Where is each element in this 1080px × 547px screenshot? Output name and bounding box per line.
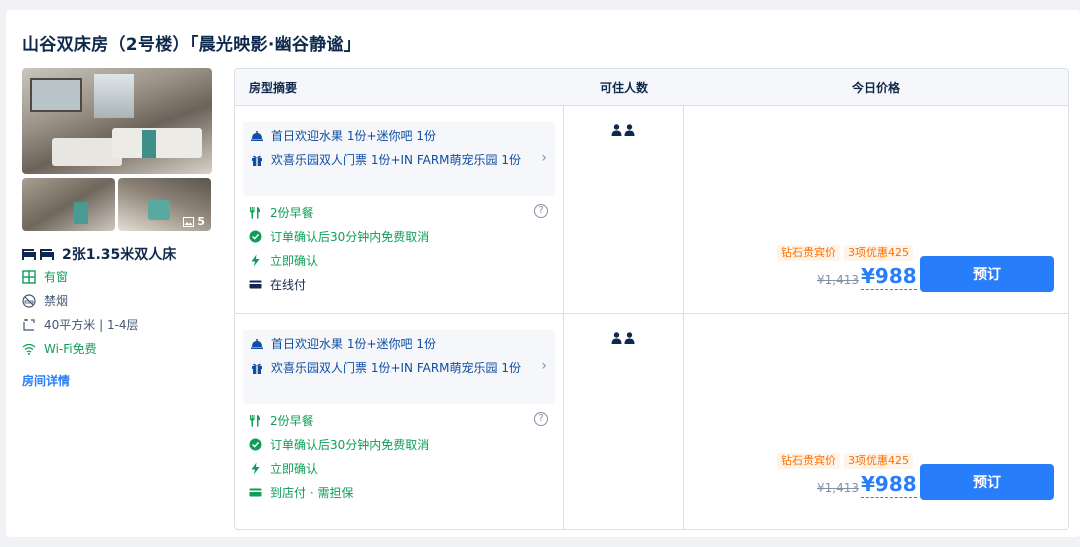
promo-badges: 钻石贵宾价 3项优惠425 [777, 245, 913, 261]
occupancy [611, 124, 635, 136]
fork-knife-icon [250, 207, 260, 219]
package-line: 欢喜乐园双人门票 1份+IN FARM萌宠乐园 1份 [251, 360, 525, 376]
room-photo-thumb-2[interactable]: 5 [118, 178, 211, 231]
discount-badge[interactable]: 3项优惠425 [844, 453, 913, 469]
rate-row: 首日欢迎水果 1份+迷你吧 1份 欢喜乐园双人门票 1份+IN FARM萌宠乐园… [235, 105, 1068, 313]
confirm-label: 立即确认 [270, 254, 319, 268]
current-price[interactable]: ¥988 [861, 264, 917, 290]
breakfast-label: 2份早餐 [270, 206, 314, 220]
room-photo-thumb-1[interactable] [22, 178, 115, 231]
confirm-feature: 立即确认 [249, 252, 318, 269]
book-button[interactable]: 预订 [920, 464, 1054, 500]
cancel-label: 订单确认后30分钟内免费取消 [270, 230, 430, 244]
photo-count-label: 5 [197, 215, 205, 228]
rate-row: 首日欢迎水果 1份+迷你吧 1份 欢喜乐园双人门票 1份+IN FARM萌宠乐园… [235, 313, 1068, 521]
person-icon [611, 124, 622, 136]
cancel-label: 订单确认后30分钟内免费取消 [270, 438, 430, 452]
package-line: 首日欢迎水果 1份+迷你吧 1份 [251, 336, 525, 352]
question-icon[interactable]: ? [534, 204, 548, 218]
gift-icon [252, 155, 262, 166]
cancel-feature: 订单确认后30分钟内免费取消 [249, 436, 429, 453]
area-icon [23, 318, 35, 331]
amenity-label: Wi-Fi免费 [44, 342, 97, 356]
chevron-right-icon: › [541, 150, 547, 166]
promo-badge: 钻石贵宾价 [777, 453, 840, 469]
breakfast-label: 2份早餐 [270, 414, 314, 428]
amenity-label: 禁烟 [44, 294, 69, 308]
room-photo-main[interactable] [22, 68, 212, 174]
fork-knife-icon [250, 415, 260, 427]
wifi-icon [22, 343, 36, 355]
payment-feature: 在线付 [249, 276, 306, 293]
package-text: 欢喜乐园双人门票 1份+IN FARM萌宠乐园 1份 [271, 153, 521, 167]
discount-badge[interactable]: 3项优惠425 [844, 245, 913, 261]
package-box[interactable]: 首日欢迎水果 1份+迷你吧 1份 欢喜乐园双人门票 1份+IN FARM萌宠乐园… [243, 122, 555, 196]
photo-detail [148, 200, 170, 220]
payment-label: 到店付 · 需担保 [270, 486, 354, 500]
card-icon [249, 280, 262, 289]
photo-screen-detail [30, 78, 82, 112]
confirm-label: 立即确认 [270, 462, 319, 476]
room-title: 山谷双床房（2号楼）「晨光映影·幽谷静谧」 [22, 35, 362, 55]
original-price: ¥1,413 [817, 481, 859, 495]
header-summary: 房型摘要 [249, 80, 298, 95]
check-circle-icon [249, 230, 262, 243]
question-icon[interactable]: ? [534, 412, 548, 426]
promo-badge: 钻石贵宾价 [777, 245, 840, 261]
chevron-right-icon: › [541, 358, 547, 374]
card-icon [249, 488, 262, 497]
photo-runner-detail [142, 130, 156, 158]
header-occupancy: 可住人数 [599, 80, 648, 95]
check-circle-icon [249, 438, 262, 451]
occupancy [611, 332, 635, 344]
lightning-icon [251, 462, 260, 475]
book-button[interactable]: 预订 [920, 256, 1054, 292]
bed-info: 2张1.35米双人床 [22, 244, 176, 264]
bed-icon [22, 249, 54, 260]
cloche-icon [251, 131, 263, 141]
breakfast-feature: 2份早餐 [249, 412, 314, 429]
amenity-label: 有窗 [44, 270, 69, 284]
lightning-icon [251, 254, 260, 267]
window-icon [22, 269, 36, 284]
photo-detail [74, 202, 88, 224]
amenity-wifi: Wi-Fi免费 [22, 340, 97, 357]
photo-count: 5 [183, 215, 205, 228]
table-header: 房型摘要 可住人数 今日价格 [235, 69, 1068, 105]
current-price[interactable]: ¥988 [861, 472, 917, 498]
payment-label: 在线付 [270, 278, 307, 292]
header-price: 今日价格 [851, 80, 900, 95]
person-icon [611, 332, 622, 344]
rate-table: 房型摘要 可住人数 今日价格 首日欢迎水果 1份+迷你吧 1份 欢喜乐园双人门票… [234, 68, 1069, 530]
amenity-area: 40平方米 | 1-4层 [22, 316, 139, 333]
person-icon [624, 332, 635, 344]
amenity-no-smoking: 禁烟 [22, 292, 68, 309]
package-text: 欢喜乐园双人门票 1份+IN FARM萌宠乐园 1份 [271, 361, 521, 375]
amenity-window: 有窗 [22, 268, 68, 285]
cloche-icon [251, 339, 263, 349]
photo-bed-detail [112, 128, 202, 158]
bed-label: 2张1.35米双人床 [62, 247, 177, 263]
room-card: 山谷双床房（2号楼）「晨光映影·幽谷静谧」 5 2张1.35米双人床 有窗 禁烟… [6, 10, 1080, 537]
image-icon [183, 216, 195, 227]
package-text: 首日欢迎水果 1份+迷你吧 1份 [271, 129, 436, 143]
package-text: 首日欢迎水果 1份+迷你吧 1份 [271, 337, 436, 351]
cancel-feature: 订单确认后30分钟内免费取消 [249, 228, 429, 245]
photo-window-detail [94, 74, 134, 118]
package-line: 首日欢迎水果 1份+迷你吧 1份 [251, 128, 525, 144]
gift-icon [252, 363, 262, 374]
breakfast-feature: 2份早餐 [249, 204, 314, 221]
room-detail-link[interactable]: 房间详情 [22, 372, 70, 389]
no-smoking-icon [22, 293, 36, 308]
confirm-feature: 立即确认 [249, 460, 318, 477]
amenity-label: 40平方米 | 1-4层 [44, 318, 139, 332]
payment-feature: 到店付 · 需担保 [249, 484, 353, 501]
package-box[interactable]: 首日欢迎水果 1份+迷你吧 1份 欢喜乐园双人门票 1份+IN FARM萌宠乐园… [243, 330, 555, 404]
original-price: ¥1,413 [817, 273, 859, 287]
person-icon [624, 124, 635, 136]
promo-badges: 钻石贵宾价 3项优惠425 [777, 453, 913, 469]
package-line: 欢喜乐园双人门票 1份+IN FARM萌宠乐园 1份 [251, 152, 525, 168]
